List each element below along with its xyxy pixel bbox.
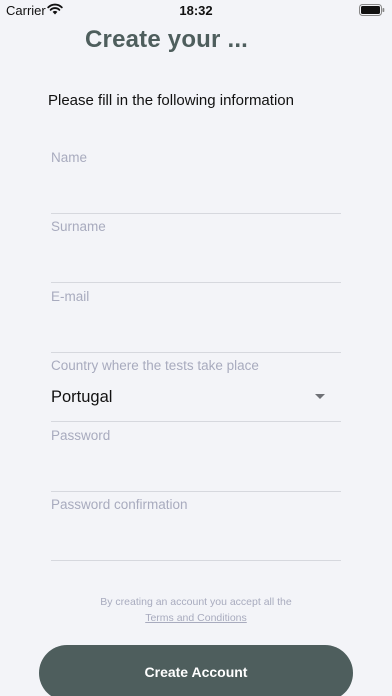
password-field[interactable]: Password xyxy=(51,428,341,492)
email-underline xyxy=(51,352,341,353)
surname-label: Surname xyxy=(51,219,106,234)
password-confirmation-underline xyxy=(51,560,341,561)
form-instructions: Please fill in the following information xyxy=(48,92,294,109)
password-underline xyxy=(51,491,341,492)
country-select[interactable]: Country where the tests take place Portu… xyxy=(51,358,341,422)
password-confirmation-field[interactable]: Password confirmation xyxy=(51,497,341,561)
password-confirmation-label: Password confirmation xyxy=(51,497,188,512)
country-label: Country where the tests take place xyxy=(51,358,259,373)
email-label: E-mail xyxy=(51,289,90,304)
surname-underline xyxy=(51,282,341,283)
name-field[interactable]: Name xyxy=(51,150,341,214)
status-bar: Carrier 18:32 xyxy=(0,0,392,22)
terms-notice: By creating an account you accept all th… xyxy=(0,594,392,626)
status-time: 18:32 xyxy=(179,3,213,18)
battery-icon xyxy=(359,4,385,19)
country-underline xyxy=(51,421,341,422)
name-label: Name xyxy=(51,150,88,165)
create-account-button[interactable]: Create Account xyxy=(39,645,353,696)
email-field[interactable]: E-mail xyxy=(51,289,341,353)
country-value[interactable]: Portugal xyxy=(51,388,112,407)
surname-field[interactable]: Surname xyxy=(51,219,341,283)
terms-text: By creating an account you accept all th… xyxy=(100,596,292,608)
password-label: Password xyxy=(51,428,111,443)
chevron-down-icon[interactable] xyxy=(315,394,325,399)
page-title: Create your ... xyxy=(85,26,249,53)
terms-link[interactable]: Terms and Conditions xyxy=(145,612,247,624)
name-underline xyxy=(51,213,341,214)
